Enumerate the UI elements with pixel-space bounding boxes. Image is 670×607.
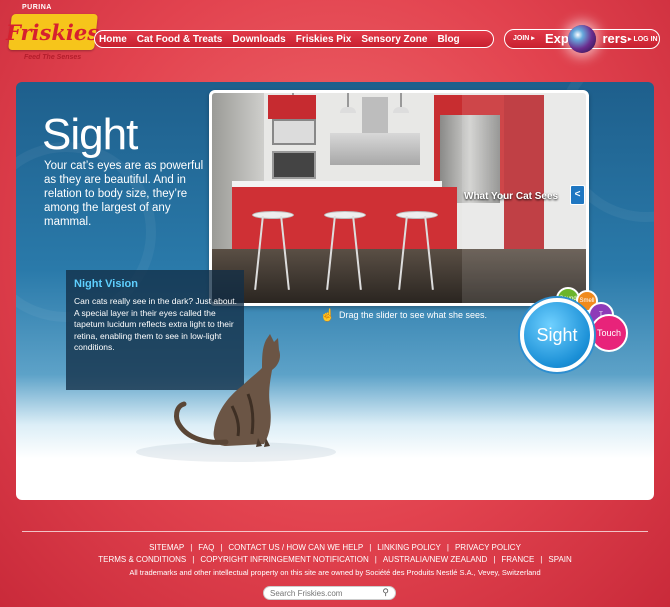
nav-home[interactable]: Home xyxy=(99,34,127,45)
intro-text: Your cat’s eyes are as powerful as they … xyxy=(44,160,204,228)
login-link[interactable]: ▸ LOG IN xyxy=(628,35,658,43)
main-nav: Home Cat Food & Treats Downloads Friskie… xyxy=(94,30,494,48)
photo-stool xyxy=(396,211,438,291)
explorers-globe-icon[interactable] xyxy=(568,25,596,53)
page-title: Sight xyxy=(42,110,138,159)
cat-image xyxy=(174,334,281,447)
pendant-lamp xyxy=(340,93,356,113)
legal-notice: All trademarks and other intellectual pr… xyxy=(129,568,541,577)
slider-hint-text: Drag the slider to see what she sees. xyxy=(338,310,488,320)
sense-sight-button[interactable]: Sight xyxy=(520,298,594,372)
photo-microwave xyxy=(272,119,316,145)
join-link[interactable]: JOIN ▸ xyxy=(513,34,535,42)
footer-links-row1: SITEMAP | FAQ | CONTACT US / HOW CAN WE HE… xyxy=(149,543,521,552)
nav-sensory-zone[interactable]: Sensory Zone xyxy=(361,34,427,45)
search-icon[interactable]: ⚲ xyxy=(382,587,389,598)
photo-oven xyxy=(272,151,316,179)
footer-link-privacy[interactable]: PRIVACY POLICY xyxy=(455,543,521,552)
footer-link-linking-policy[interactable]: LINKING POLICY xyxy=(377,543,441,552)
explorers-title-b: rers xyxy=(602,31,628,46)
photo-hood xyxy=(330,133,420,165)
footer-link-au-nz[interactable]: AUSTRALIA/NEW ZEALAND xyxy=(383,555,487,564)
sense-touch-button[interactable]: Touch xyxy=(590,314,628,352)
nav-friskies-pix[interactable]: Friskies Pix xyxy=(296,34,352,45)
what-your-cat-sees-label: What Your Cat Sees xyxy=(464,191,559,202)
footer-link-faq[interactable]: FAQ xyxy=(198,543,214,552)
logo-text: Friskies xyxy=(6,19,100,45)
footer-link-france[interactable]: FRANCE xyxy=(501,555,534,564)
footer-link-terms[interactable]: TERMS & CONDITIONS xyxy=(98,555,186,564)
kitchen-photo[interactable]: What Your Cat Sees < xyxy=(209,90,589,306)
logo-badge: Friskies xyxy=(6,14,100,50)
footer-search: ⚲ xyxy=(263,586,396,600)
footer-link-sitemap[interactable]: SITEMAP xyxy=(149,543,184,552)
search-input[interactable] xyxy=(270,588,370,598)
photo-cabinet xyxy=(268,95,316,119)
footer-link-copyright[interactable]: COPYRIGHT INFRINGEMENT NOTIFICATION xyxy=(200,555,368,564)
night-vision-title: Night Vision xyxy=(74,278,138,290)
hand-pointer-icon: ☝ xyxy=(320,308,335,322)
nav-blog[interactable]: Blog xyxy=(437,34,459,45)
footer-link-spain[interactable]: SPAIN xyxy=(548,555,571,564)
footer-links-row2: TERMS & CONDITIONS | COPYRIGHT INFRINGEME… xyxy=(98,555,572,564)
friskies-logo[interactable]: PURINA Friskies Feed The Senses xyxy=(6,4,100,68)
footer-divider xyxy=(22,531,648,532)
footer-link-contact[interactable]: CONTACT US / HOW CAN WE HELP xyxy=(228,543,363,552)
photo-hood-chimney xyxy=(362,97,388,135)
nav-cat-food-treats[interactable]: Cat Food & Treats xyxy=(137,34,223,45)
pendant-lamp xyxy=(393,93,409,113)
nav-downloads[interactable]: Downloads xyxy=(232,34,285,45)
tagline: Feed The Senses xyxy=(24,54,82,61)
sight-panel: Sight Your cat’s eyes are as powerful as… xyxy=(16,82,654,500)
photo-stool xyxy=(252,211,294,291)
slider-hint: ☝ Drag the slider to see what she sees. xyxy=(320,308,487,322)
purina-label: PURINA xyxy=(22,4,52,11)
photo-stool xyxy=(324,211,366,291)
vision-slider-handle[interactable]: < xyxy=(570,185,585,205)
